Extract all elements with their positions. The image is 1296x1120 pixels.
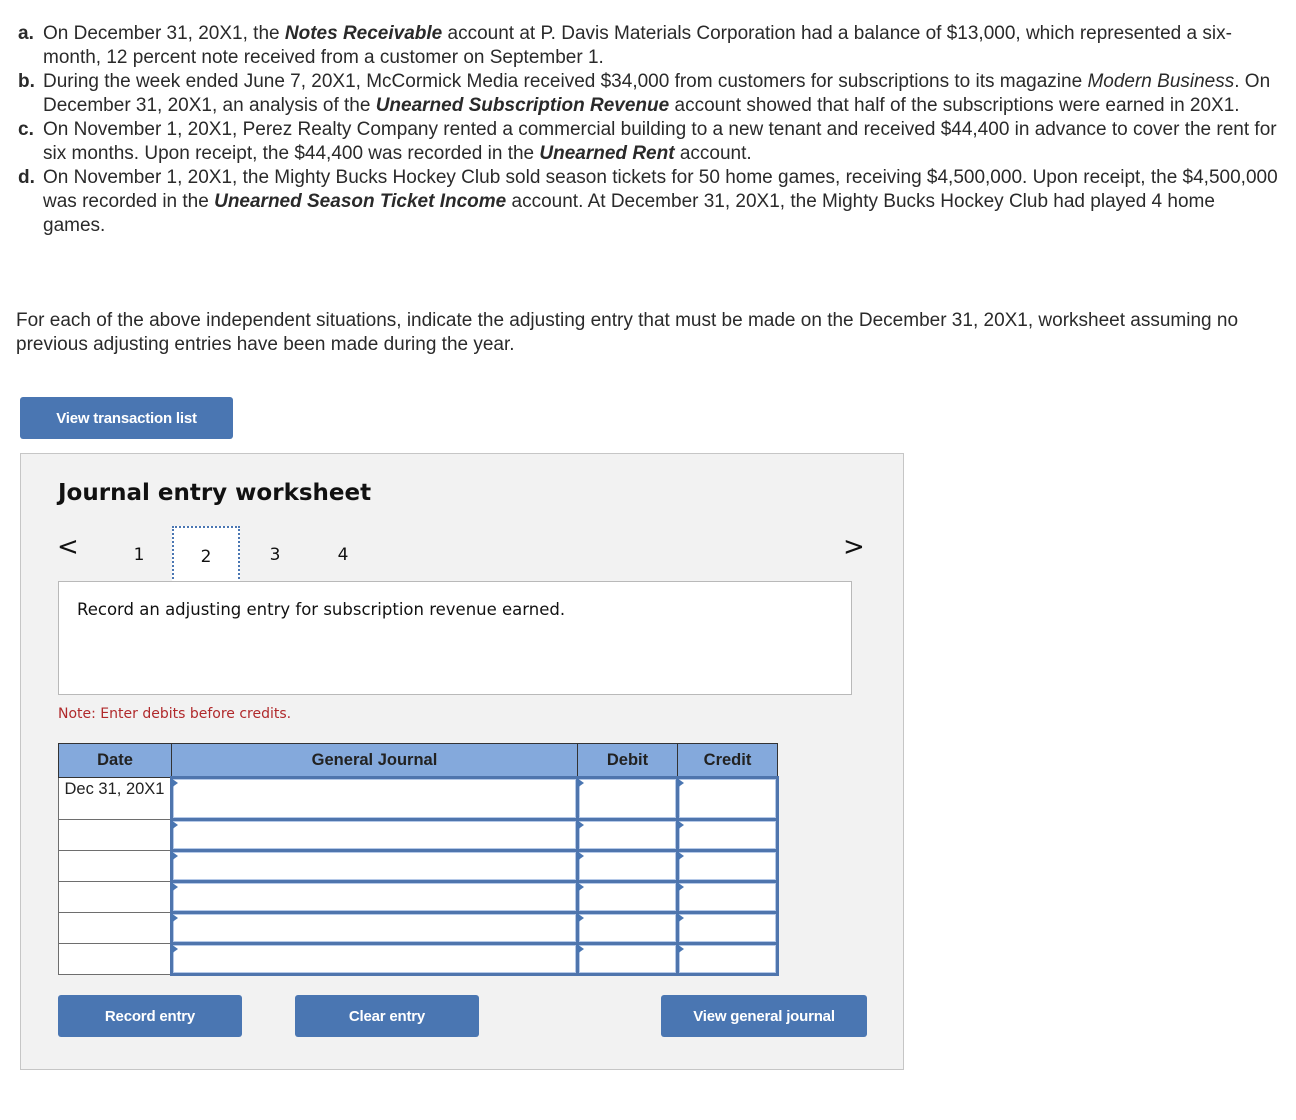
credit-input[interactable]	[679, 779, 776, 818]
date-cell	[58, 943, 172, 975]
instructions-text: For each of the above independent situat…	[16, 310, 1239, 355]
header-general-journal: General Journal	[171, 743, 578, 778]
journal-entry-worksheet: Journal entry worksheet < 1 2 3 4 > Reco…	[20, 453, 904, 1070]
chevron-left-icon[interactable]: <	[57, 532, 79, 562]
journal-row: Dec 31, 20X1	[58, 776, 779, 821]
date-cell	[58, 881, 172, 913]
prompt-box: Record an adjusting entry for subscripti…	[58, 581, 852, 695]
credit-input[interactable]	[679, 852, 776, 880]
clear-entry-button[interactable]: Clear entry	[295, 995, 479, 1037]
debit-input[interactable]	[579, 945, 676, 973]
journal-row	[58, 818, 779, 852]
debit-cell	[576, 776, 679, 821]
date-cell	[58, 912, 172, 944]
account-input[interactable]	[173, 779, 576, 818]
header-debit: Debit	[577, 743, 678, 778]
credit-cell	[676, 776, 779, 821]
debit-cell	[576, 942, 679, 976]
journal-header-row: Date General Journal Debit Credit	[58, 743, 778, 778]
account-cell	[170, 849, 579, 883]
journal-row	[58, 880, 779, 914]
account-input[interactable]	[173, 914, 576, 942]
problem-text: During the week ended June 7, 20X1, McCo…	[43, 71, 1088, 92]
journal-row	[58, 911, 779, 945]
view-transaction-list-button[interactable]: View transaction list	[20, 397, 233, 439]
problem-list: a. On December 31, 20X1, the Notes Receiv…	[18, 22, 1278, 238]
credit-cell	[676, 880, 779, 914]
date-cell	[58, 850, 172, 882]
chevron-right-icon[interactable]: >	[843, 532, 865, 562]
debit-cell	[576, 880, 679, 914]
journal-row	[58, 849, 779, 883]
note-text: Note: Enter debits before credits.	[58, 706, 292, 722]
account-cell	[170, 911, 579, 945]
debit-cell	[576, 849, 679, 883]
account-name: Unearned Season Ticket Income	[214, 191, 507, 212]
journal-table: Date General Journal Debit Credit Dec 31…	[58, 743, 779, 976]
account-name: Unearned Rent	[539, 143, 675, 164]
worksheet-title: Journal entry worksheet	[58, 480, 372, 506]
header-credit: Credit	[677, 743, 778, 778]
account-cell	[170, 942, 579, 976]
prompt-text: Record an adjusting entry for subscripti…	[77, 600, 566, 619]
problem-text: account showed that half of the subscrip…	[669, 95, 1240, 116]
page-tab-2[interactable]: 2	[172, 526, 240, 586]
problem-text: account.	[674, 143, 752, 164]
record-entry-button[interactable]: Record entry	[58, 995, 242, 1037]
journal-row	[58, 942, 779, 976]
problem-letter: a.	[18, 23, 34, 44]
credit-cell	[676, 818, 779, 852]
credit-input[interactable]	[679, 883, 776, 911]
credit-cell	[676, 942, 779, 976]
date-cell	[58, 819, 172, 851]
problem-text: On December 31, 20X1, the	[43, 23, 285, 44]
account-cell	[170, 818, 579, 852]
account-input[interactable]	[173, 821, 576, 849]
account-input[interactable]	[173, 852, 576, 880]
debit-input[interactable]	[579, 852, 676, 880]
debit-input[interactable]	[579, 883, 676, 911]
debit-cell	[576, 818, 679, 852]
account-input[interactable]	[173, 945, 576, 973]
problem-item: a. On December 31, 20X1, the Notes Receiv…	[18, 22, 1278, 70]
credit-cell	[676, 911, 779, 945]
credit-input[interactable]	[679, 821, 776, 849]
account-cell	[170, 880, 579, 914]
worksheet-pager: < 1 2 3 4 >	[21, 526, 905, 586]
credit-input[interactable]	[679, 914, 776, 942]
problem-letter: c.	[18, 119, 34, 140]
account-input[interactable]	[173, 883, 576, 911]
account-name: Notes Receivable	[284, 23, 443, 44]
date-cell: Dec 31, 20X1	[58, 777, 172, 820]
credit-input[interactable]	[679, 945, 776, 973]
problem-item: c. On November 1, 20X1, Perez Realty Comp…	[18, 118, 1278, 166]
emphasis-text: Modern Business	[1087, 71, 1235, 92]
credit-cell	[676, 849, 779, 883]
page-tab-4[interactable]: 4	[309, 526, 377, 584]
problem-item: b. During the week ended June 7, 20X1, Mc…	[18, 70, 1278, 118]
problem-letter: d.	[18, 167, 35, 188]
problem-item: d. On November 1, 20X1, the Mighty Bucks …	[18, 166, 1278, 238]
account-cell	[170, 776, 579, 821]
account-name: Unearned Subscription Revenue	[375, 95, 670, 116]
debit-cell	[576, 911, 679, 945]
header-date: Date	[58, 743, 172, 778]
view-general-journal-button[interactable]: View general journal	[661, 995, 867, 1037]
debit-input[interactable]	[579, 779, 676, 818]
debit-input[interactable]	[579, 914, 676, 942]
page-tab-3[interactable]: 3	[241, 526, 309, 584]
problem-letter: b.	[18, 71, 35, 92]
debit-input[interactable]	[579, 821, 676, 849]
page-tab-1[interactable]: 1	[105, 526, 173, 584]
